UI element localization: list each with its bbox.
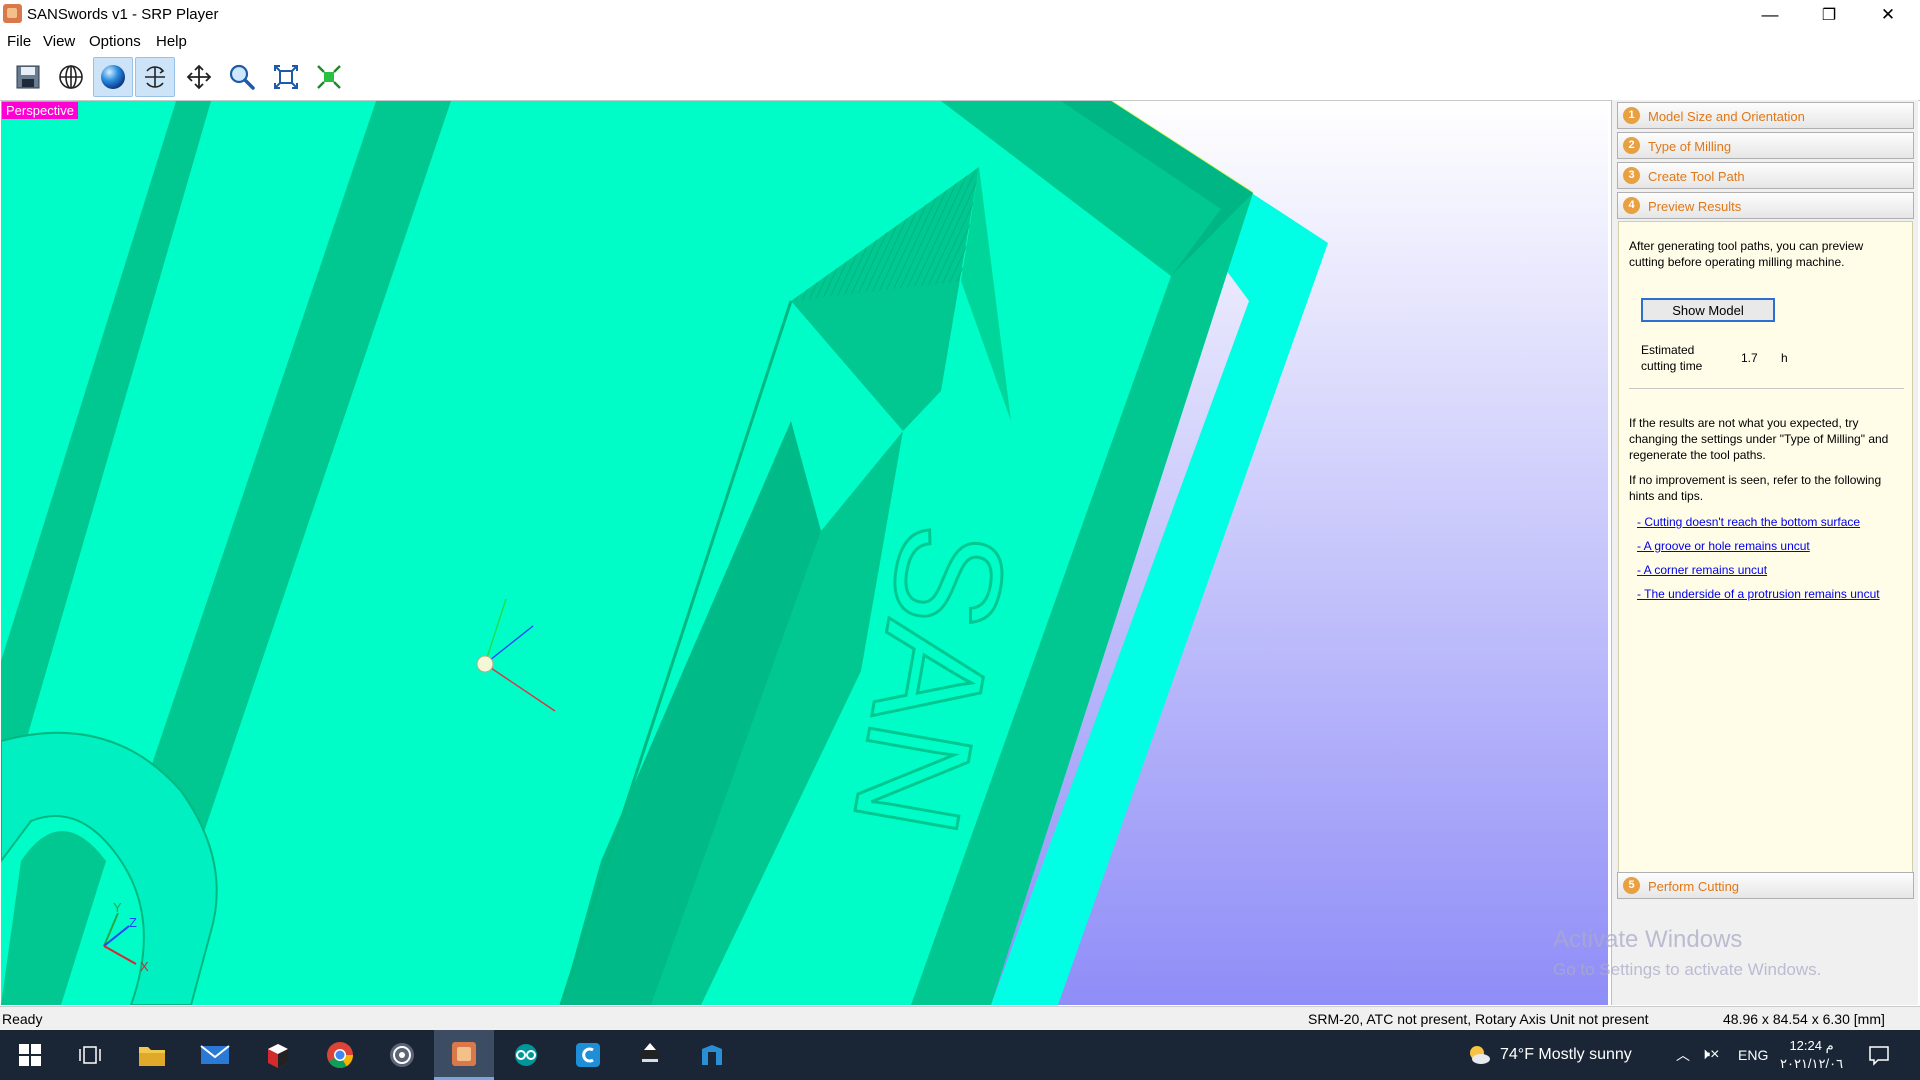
taskbar: 74°F Mostly sunny ︿ 🕨× ENG 12:24 م ٢٠٢١/… xyxy=(0,1030,1920,1080)
results-text: If the results are not what you expected… xyxy=(1629,416,1889,462)
preview-results-content: After generating tool paths, you can pre… xyxy=(1618,221,1913,874)
step-create-tool-path[interactable]: 3 Create Tool Path xyxy=(1617,162,1914,189)
windows-start-icon[interactable] xyxy=(0,1030,60,1080)
hint-link-corner[interactable]: - A corner remains uncut xyxy=(1637,562,1899,578)
menu-bar: File View Options Help xyxy=(0,30,1920,54)
estimated-time-value: 1.7 xyxy=(1741,351,1758,365)
menu-view[interactable]: View xyxy=(43,33,75,50)
rotate-icon[interactable] xyxy=(135,57,175,97)
3d-viewport[interactable]: Y Z X SAN xyxy=(1,101,1608,1005)
maximize-button[interactable]: ❐ xyxy=(1800,0,1858,30)
pan-icon[interactable] xyxy=(179,57,219,97)
axis-y-label: Y xyxy=(113,900,122,915)
axis-x-label: X xyxy=(140,959,149,974)
status-dimensions: 48.96 x 84.54 x 6.30 [mm] xyxy=(1723,1011,1885,1027)
title-bar: SANSwords v1 - SRP Player — ❐ ✕ xyxy=(0,0,1920,30)
volume-muted-icon[interactable]: 🕨× xyxy=(1700,1030,1719,1080)
toolbar xyxy=(0,54,1920,101)
red-box-app-icon[interactable] xyxy=(248,1030,308,1080)
menu-options[interactable]: Options xyxy=(89,33,141,50)
chrome-icon[interactable] xyxy=(310,1030,370,1080)
task-view-icon[interactable] xyxy=(60,1030,120,1080)
clock-date: ٢٠٢١/١٢/٠٦ xyxy=(1780,1056,1844,1071)
shaded-sphere-icon[interactable] xyxy=(93,57,133,97)
zoom-icon[interactable] xyxy=(222,57,262,97)
show-model-button[interactable]: Show Model xyxy=(1641,298,1775,322)
menu-file[interactable]: File xyxy=(7,33,31,50)
clock[interactable]: 12:24 م ٢٠٢١/١٢/٠٦ xyxy=(1780,1030,1843,1080)
estimated-time-label: Estimated cutting time xyxy=(1641,343,1703,373)
save-icon[interactable] xyxy=(8,57,48,97)
activate-windows-subtitle: Go to Settings to activate Windows. xyxy=(1553,960,1822,979)
intro-text: After generating tool paths, you can pre… xyxy=(1629,239,1864,269)
window-title: SANSwords v1 - SRP Player xyxy=(27,6,219,23)
status-ready: Ready xyxy=(2,1011,43,1027)
activate-windows-title: Activate Windows xyxy=(1553,926,1743,953)
weather-widget[interactable]: 74°F Mostly sunny xyxy=(1466,1030,1632,1080)
wizard-panel: 1 Model Size and Orientation 2 Type of M… xyxy=(1611,100,1918,1005)
clock-time: 12:24 م xyxy=(1789,1038,1834,1053)
inkscape-icon[interactable] xyxy=(620,1030,680,1080)
cura-icon[interactable] xyxy=(558,1030,618,1080)
divider xyxy=(1629,388,1904,389)
view-mode-label: Perspective xyxy=(2,102,78,119)
app-icon xyxy=(3,4,22,23)
file-explorer-icon[interactable] xyxy=(122,1030,182,1080)
step-type-of-milling[interactable]: 2 Type of Milling xyxy=(1617,132,1914,159)
language-indicator[interactable]: ENG xyxy=(1738,1030,1768,1080)
partly-sunny-icon xyxy=(1470,1046,1490,1064)
hint-link-protrusion[interactable]: - The underside of a protrusion remains … xyxy=(1637,586,1899,602)
fusion-icon[interactable] xyxy=(682,1030,742,1080)
show-hidden-icons-chevron-icon[interactable]: ︿ xyxy=(1676,1030,1690,1080)
fit-all-icon[interactable] xyxy=(309,57,349,97)
arduino-icon[interactable] xyxy=(496,1030,556,1080)
status-bar: Ready SRM-20, ATC not present, Rotary Ax… xyxy=(0,1006,1920,1031)
status-machine: SRM-20, ATC not present, Rotary Axis Uni… xyxy=(1308,1011,1649,1027)
close-button[interactable]: ✕ xyxy=(1859,0,1917,30)
hint-link-groove-hole[interactable]: - A groove or hole remains uncut xyxy=(1637,538,1899,554)
step-perform-cutting[interactable]: 5 Perform Cutting xyxy=(1617,872,1914,899)
step-model-size[interactable]: 1 Model Size and Orientation xyxy=(1617,102,1914,129)
weather-text: 74°F Mostly sunny xyxy=(1500,1046,1632,1063)
mail-icon[interactable] xyxy=(185,1030,245,1080)
estimated-time-unit: h xyxy=(1781,351,1788,365)
hint-link-bottom-surface[interactable]: - Cutting doesn't reach the bottom surfa… xyxy=(1637,514,1899,530)
notifications-icon[interactable] xyxy=(1868,1030,1890,1080)
axis-z-label: Z xyxy=(129,915,137,930)
srp-player-icon[interactable] xyxy=(434,1030,494,1080)
obs-icon[interactable] xyxy=(372,1030,432,1080)
fit-view-icon[interactable] xyxy=(266,57,306,97)
minimize-button[interactable]: — xyxy=(1741,0,1799,30)
step-preview-results[interactable]: 4 Preview Results xyxy=(1617,192,1914,219)
menu-help[interactable]: Help xyxy=(156,33,187,50)
globe-icon[interactable] xyxy=(51,57,91,97)
improve-text: If no improvement is seen, refer to the … xyxy=(1629,473,1882,503)
